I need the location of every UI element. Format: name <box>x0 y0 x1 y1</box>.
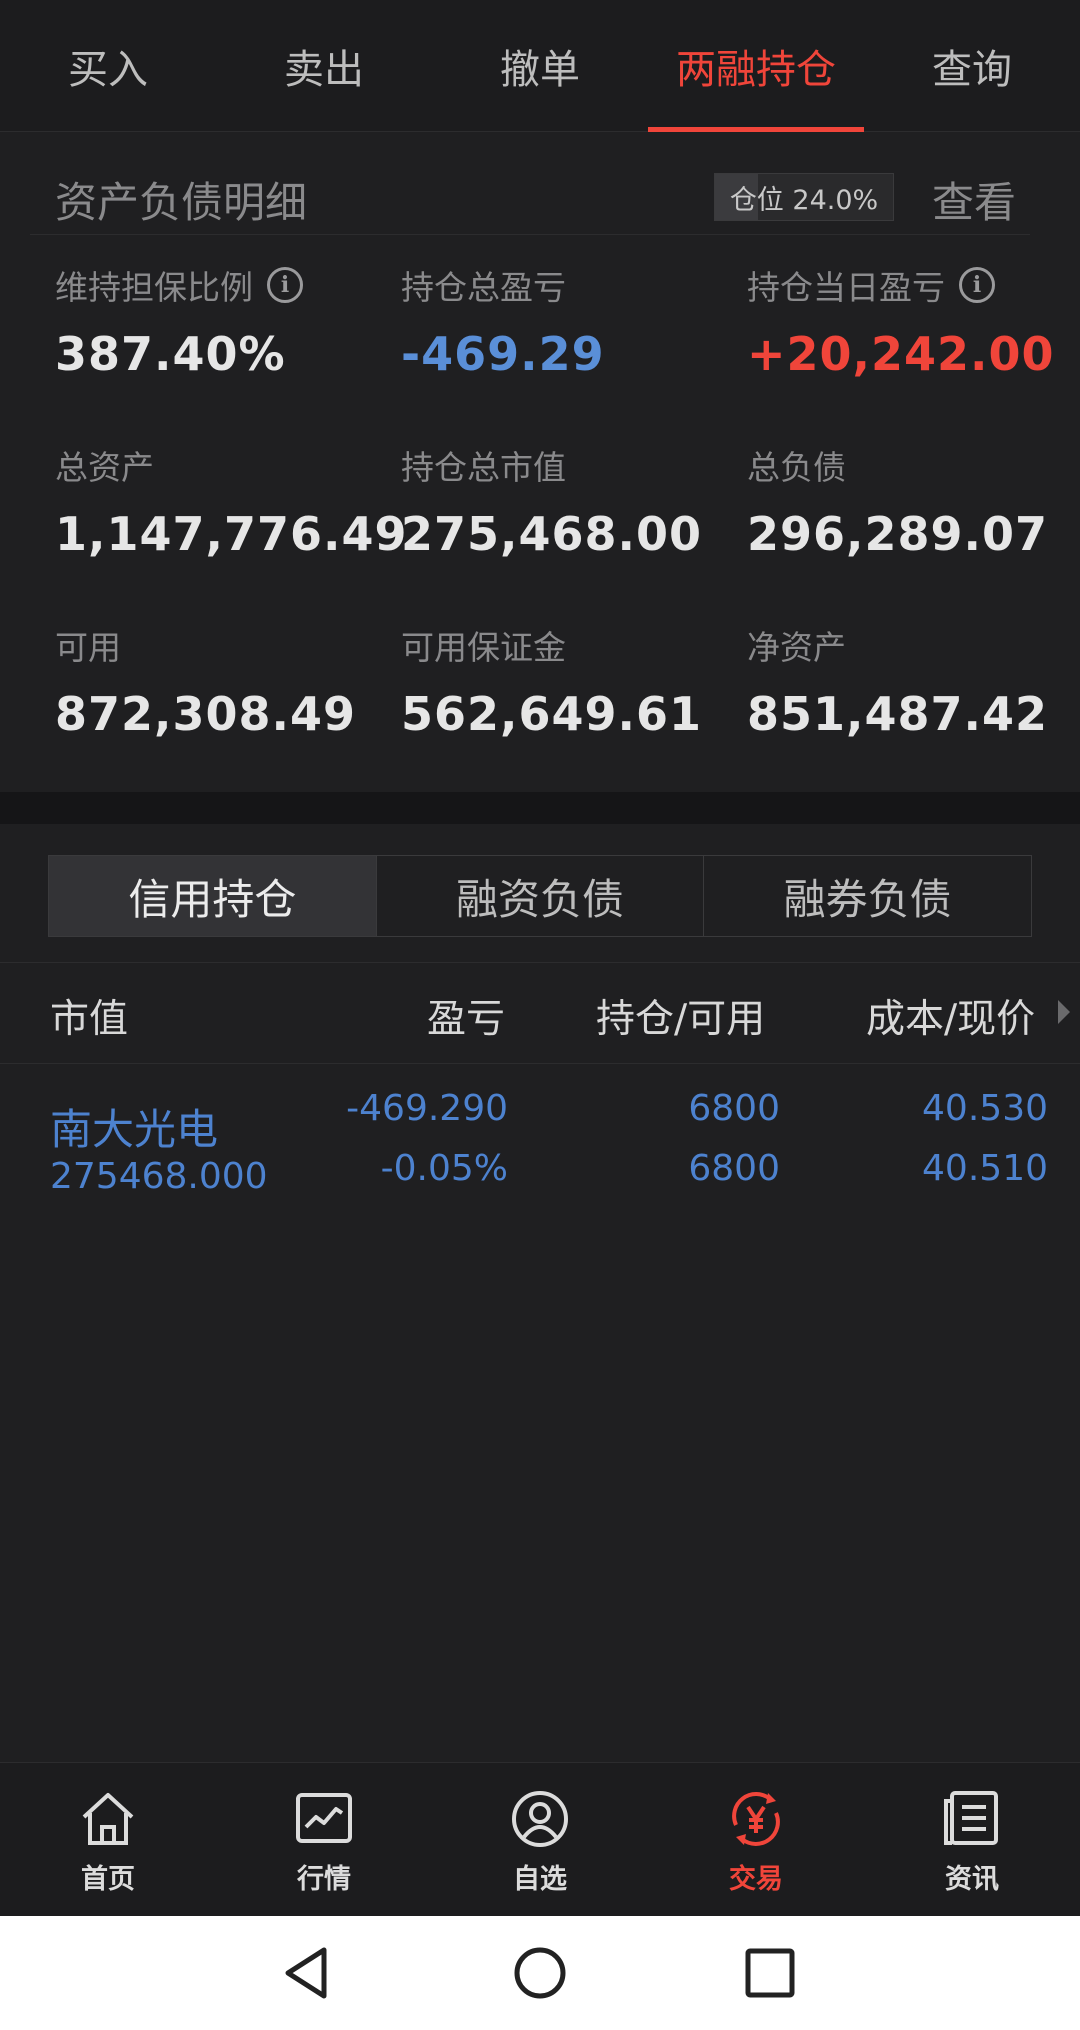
metric-total-assets: 总资产 1,147,776.49 <box>55 441 408 561</box>
asset-liability-panel: 资产负债明细 仓位 24.0% 查看 维持担保比例 i 387.40% 持仓总盈… <box>0 133 1080 791</box>
metric-value: -469.29 <box>401 327 605 381</box>
metric-label: 持仓当日盈亏 <box>747 268 945 307</box>
tab-query[interactable]: 查询 <box>884 0 1060 132</box>
metric-label: 维持担保比例 <box>55 268 253 307</box>
yen-refresh-icon <box>732 1792 780 1846</box>
position-ratio-text: 仓位 24.0% <box>729 184 879 216</box>
nav-label: 行情 <box>297 1864 351 1895</box>
divider <box>0 962 1080 963</box>
section-divider <box>0 792 1080 824</box>
info-icon[interactable]: i <box>959 267 995 303</box>
tab-margin-positions-label: 两融持仓 <box>676 47 836 93</box>
position-quantity: 6800 <box>688 1088 780 1129</box>
metric-total-liabilities: 总负债 296,289.07 <box>747 441 1048 561</box>
metric-net-assets: 净资产 851,487.42 <box>747 621 1048 741</box>
tab-margin-positions[interactable]: 两融持仓 <box>648 0 864 132</box>
back-icon[interactable] <box>280 1944 338 2002</box>
metric-value: +20,242.00 <box>747 327 1055 381</box>
metric-label: 持仓总盈亏 <box>401 268 566 307</box>
nav-label: 交易 <box>729 1864 783 1895</box>
segment-label: 信用持仓 <box>128 874 297 924</box>
table-row[interactable]: 南大光电 275468.000 -469.290 -0.05% 6800 680… <box>0 1070 1080 1210</box>
metric-value: 275,468.00 <box>401 507 703 561</box>
segment-label: 融券负债 <box>783 874 952 924</box>
active-tab-indicator <box>648 127 864 132</box>
tab-sell-label: 卖出 <box>284 47 364 93</box>
stock-name: 南大光电 <box>50 1105 219 1154</box>
news-icon <box>944 1791 998 1845</box>
tab-cancel-order[interactable]: 撤单 <box>452 0 628 132</box>
segment-credit-positions[interactable]: 信用持仓 <box>49 856 377 936</box>
tab-query-label: 查询 <box>932 47 1012 93</box>
asset-header: 资产负债明细 仓位 24.0% 查看 <box>30 153 1030 235</box>
header-market-value[interactable]: 市值 <box>50 988 128 1044</box>
nav-watchlist[interactable]: 自选 <box>432 1763 648 1917</box>
nav-market[interactable]: 行情 <box>216 1763 432 1917</box>
segment-securities-lending-liabilities[interactable]: 融券负债 <box>704 856 1031 936</box>
metric-label: 总资产 <box>55 448 154 487</box>
tab-sell[interactable]: 卖出 <box>236 0 412 132</box>
metric-label: 净资产 <box>747 628 846 667</box>
header-position-available[interactable]: 持仓/可用 <box>596 988 765 1044</box>
header-profit-loss[interactable]: 盈亏 <box>427 988 505 1044</box>
recents-icon[interactable] <box>741 1944 799 2002</box>
cost-price: 40.530 <box>922 1088 1048 1129</box>
metric-available-margin: 可用保证金 562,649.61 <box>401 621 702 741</box>
asset-title: 资产负债明细 <box>55 178 308 227</box>
metric-total-position-pnl: 持仓总盈亏 -469.29 <box>401 261 605 381</box>
chart-icon <box>296 1793 352 1843</box>
metric-value: 872,308.49 <box>55 687 357 741</box>
metric-label: 可用 <box>55 628 121 667</box>
metric-value: 562,649.61 <box>401 687 703 741</box>
metric-total-market-value: 持仓总市值 275,468.00 <box>401 441 702 561</box>
profit-loss-percent: -0.05% <box>380 1148 508 1189</box>
scroll-right-arrow-icon[interactable] <box>1058 1000 1070 1024</box>
metric-label: 持仓总市值 <box>401 448 566 487</box>
info-icon[interactable]: i <box>267 267 303 303</box>
bottom-navigation: 首页 行情 自选 交易 资讯 <box>0 1762 1080 1916</box>
available-quantity: 6800 <box>688 1148 780 1189</box>
metric-value: 296,289.07 <box>747 507 1049 561</box>
segment-label: 融资负债 <box>456 874 625 924</box>
stock-market-value: 275468.000 <box>50 1156 268 1197</box>
top-tab-bar: 买入 卖出 撤单 两融持仓 查询 <box>0 0 1080 132</box>
position-ratio-badge: 仓位 24.0% <box>714 173 894 221</box>
metric-label: 可用保证金 <box>401 628 566 667</box>
metric-available: 可用 872,308.49 <box>55 621 356 741</box>
tab-cancel-order-label: 撤单 <box>500 47 580 93</box>
metric-value: 387.40% <box>55 327 286 381</box>
person-icon <box>512 1791 568 1847</box>
nav-news[interactable]: 资讯 <box>864 1763 1080 1917</box>
metric-daily-position-pnl: 持仓当日盈亏 i +20,242.00 <box>747 261 1055 381</box>
nav-trade[interactable]: 交易 <box>648 1763 864 1917</box>
metric-value: 1,147,776.49 <box>55 507 408 561</box>
metric-value: 851,487.42 <box>747 687 1049 741</box>
view-details-link[interactable]: 查看 <box>932 169 1016 230</box>
profit-loss-amount: -469.290 <box>346 1088 508 1129</box>
nav-label: 首页 <box>81 1864 135 1895</box>
divider <box>0 1063 1080 1064</box>
tab-buy[interactable]: 买入 <box>20 0 196 132</box>
metric-maintenance-ratio: 维持担保比例 i 387.40% <box>55 261 303 381</box>
metric-label: 总负债 <box>747 448 846 487</box>
header-cost-price[interactable]: 成本/现价 <box>866 988 1035 1044</box>
nav-label: 资讯 <box>945 1864 999 1895</box>
position-segmented-control: 信用持仓 融资负债 融券负债 <box>48 855 1032 937</box>
current-price: 40.510 <box>922 1148 1048 1189</box>
nav-home[interactable]: 首页 <box>0 1763 216 1917</box>
tab-buy-label: 买入 <box>68 47 148 93</box>
system-navigation-bar <box>0 1916 1080 2030</box>
segment-financing-liabilities[interactable]: 融资负债 <box>377 856 705 936</box>
home-button-icon[interactable] <box>511 1944 569 2002</box>
home-icon <box>82 1793 134 1845</box>
nav-label: 自选 <box>513 1864 567 1895</box>
